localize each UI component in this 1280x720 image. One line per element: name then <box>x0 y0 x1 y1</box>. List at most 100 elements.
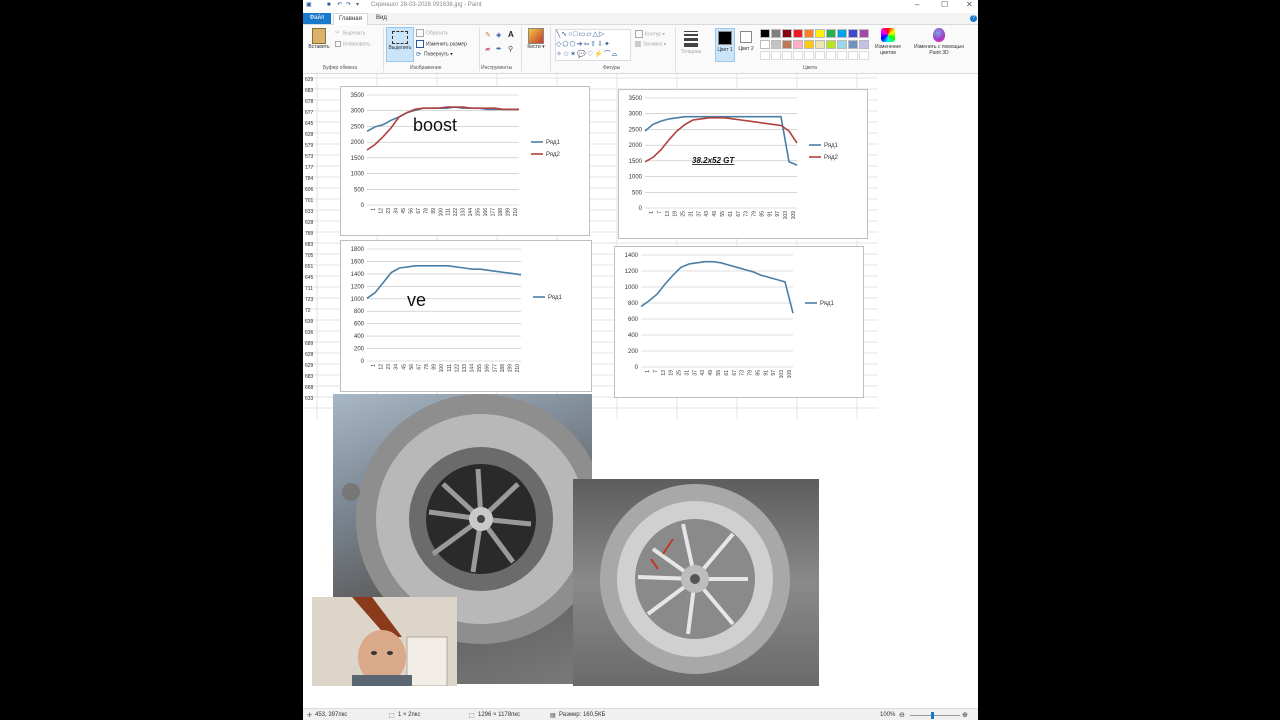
shapes-gallery[interactable]: ╲∿○□▭▱△▷ ◇⬠⬡➔⇦⇧⇩✦ ✧☆✶💬♡⚡⌒⌓ <box>555 29 631 61</box>
paste-button[interactable]: Вставить <box>308 28 330 58</box>
copy-button[interactable]: Копировать <box>335 41 370 47</box>
x-tick-label: 122 <box>454 364 460 373</box>
palette-swatch[interactable] <box>771 40 781 49</box>
zoom-in-button[interactable]: ⊕ <box>962 711 968 719</box>
palette-swatch[interactable] <box>760 29 770 38</box>
rotate-button[interactable]: ⟳ Повернуть ▾ <box>416 51 453 58</box>
custom-color-slot[interactable] <box>793 51 803 60</box>
palette-swatch[interactable] <box>815 29 825 38</box>
palette-swatch[interactable] <box>760 40 770 49</box>
copy-icon <box>335 41 341 47</box>
close-button[interactable]: ✕ <box>966 1 973 9</box>
custom-color-slot[interactable] <box>804 51 814 60</box>
y-tick-label: 1400 <box>351 272 365 278</box>
pencil-icon[interactable]: ✎ <box>485 31 491 39</box>
power-chart[interactable]: 1400 1200 1000 800 600 400 200 0 1 7 13 19 25 31 37 43 4… <box>614 246 864 398</box>
gt-chart[interactable]: 3500 3000 2500 2000 1500 1000 500 0 1 7 13 19 25 31 37… <box>618 89 868 239</box>
x-tick-label: 199 <box>506 208 512 217</box>
fill-icon[interactable]: ◈ <box>496 31 501 39</box>
y-tick-label: 400 <box>354 334 365 340</box>
palette-swatch[interactable] <box>826 40 836 49</box>
zoom-slider-track[interactable] <box>910 715 960 716</box>
row-number: 606 <box>305 187 314 193</box>
x-tick-label: 25 <box>677 370 683 376</box>
cursor-position: 453, 397пкс <box>315 712 348 718</box>
color2-button[interactable]: Цвет 2 <box>737 28 755 52</box>
palette-swatch[interactable] <box>837 29 847 38</box>
x-tick-label: 177 <box>492 364 498 373</box>
customize-toolbar-icon[interactable]: ▾ <box>356 2 362 8</box>
zoom-slider-thumb[interactable] <box>931 712 934 719</box>
crop-button[interactable]: Обрезать <box>416 29 448 37</box>
tab-file[interactable]: Файл <box>303 13 331 24</box>
redo-icon[interactable]: ↷ <box>346 2 352 8</box>
x-tick-label: 79 <box>748 370 754 376</box>
palette-swatch[interactable] <box>848 40 858 49</box>
color-picker-icon[interactable]: ✒ <box>496 45 502 53</box>
eraser-icon[interactable]: ▰ <box>485 45 490 53</box>
color1-swatch <box>718 31 732 45</box>
palette-swatch[interactable] <box>793 29 803 38</box>
edit-colors-button[interactable]: Изменение цветов <box>871 28 905 56</box>
custom-color-slot[interactable] <box>837 51 847 60</box>
ve-chart[interactable]: 1800 1600 1400 1200 1000 800 600 400 200 0 1 12 23 34… <box>340 240 592 392</box>
custom-color-slot[interactable] <box>782 51 792 60</box>
zoom-out-button[interactable]: ⊖ <box>899 711 905 719</box>
minimize-button[interactable]: – <box>915 1 919 9</box>
x-tick-label: 100 <box>438 208 444 217</box>
custom-color-slot[interactable] <box>859 51 869 60</box>
palette-swatch[interactable] <box>815 40 825 49</box>
custom-color-slot[interactable] <box>771 51 781 60</box>
drawing-canvas[interactable]: 629 683 678 677 645 628 579 573 177 784 606 701 633 6… <box>303 74 978 686</box>
y-tick-label: 800 <box>628 301 639 307</box>
text-icon[interactable]: A <box>508 30 514 39</box>
magnifier-icon[interactable]: ⚲ <box>508 45 513 53</box>
fill-shape-button[interactable]: Заливка ▾ <box>635 41 666 47</box>
y-tick-label: 0 <box>361 359 365 365</box>
select-button[interactable]: Выделить <box>386 27 414 62</box>
palette-swatch[interactable] <box>859 40 869 49</box>
palette-swatch[interactable] <box>826 29 836 38</box>
palette-swatch[interactable] <box>782 29 792 38</box>
tab-view[interactable]: Вид <box>371 13 392 24</box>
boost-chart[interactable]: 3500 3000 2500 2000 1500 1000 500 0 1 12 23 34 45 56 6… <box>340 86 590 236</box>
color2-label: Цвет 2 <box>738 46 754 52</box>
undo-icon[interactable]: ↶ <box>337 2 343 8</box>
palette-swatch[interactable] <box>859 29 869 38</box>
selection-size-icon: ⬚ <box>389 713 395 719</box>
row-number: 639 <box>305 319 314 325</box>
help-icon[interactable]: ? <box>970 15 977 22</box>
palette-swatch[interactable] <box>804 40 814 49</box>
x-tick-label: 166 <box>483 208 489 217</box>
resize-button[interactable]: Изменить размер <box>416 40 467 48</box>
brushes-button[interactable]: Кисти ▾ <box>525 28 547 50</box>
x-tick-label: 43 <box>704 211 710 217</box>
cut-button[interactable]: ✂ Вырезать <box>335 30 365 36</box>
y-tick-label: 500 <box>632 190 643 196</box>
resize-icon <box>416 40 424 48</box>
save-icon[interactable]: ■ <box>327 2 333 8</box>
palette-swatch[interactable] <box>782 40 792 49</box>
custom-color-slot[interactable] <box>848 51 858 60</box>
maximize-button[interactable]: ☐ <box>941 1 948 9</box>
palette-swatch[interactable] <box>793 40 803 49</box>
image-dimensions: 1296 × 1178пкс <box>478 712 521 718</box>
custom-color-slot[interactable] <box>826 51 836 60</box>
x-tick-label: 12 <box>379 364 385 370</box>
tab-home[interactable]: Главная <box>333 13 368 25</box>
custom-color-slot[interactable] <box>760 51 770 60</box>
size-button[interactable]: Толщина <box>680 29 702 55</box>
outline-button[interactable]: Контур ▾ <box>635 30 665 38</box>
palette-swatch[interactable] <box>848 29 858 38</box>
rotate-icon: ⟳ <box>416 52 422 58</box>
custom-color-slot[interactable] <box>815 51 825 60</box>
tools-group-label: Инструменты <box>481 65 513 71</box>
palette-swatch[interactable] <box>837 40 847 49</box>
palette-swatch[interactable] <box>804 29 814 38</box>
x-tick-label: 1 <box>645 370 651 373</box>
color1-button[interactable]: Цвет 1 <box>715 28 735 62</box>
paint3d-button[interactable]: Изменить с помощью Paint 3D <box>911 28 967 56</box>
palette-swatch[interactable] <box>771 29 781 38</box>
x-tick-label: 109 <box>787 370 793 379</box>
x-tick-label: 210 <box>515 364 521 373</box>
